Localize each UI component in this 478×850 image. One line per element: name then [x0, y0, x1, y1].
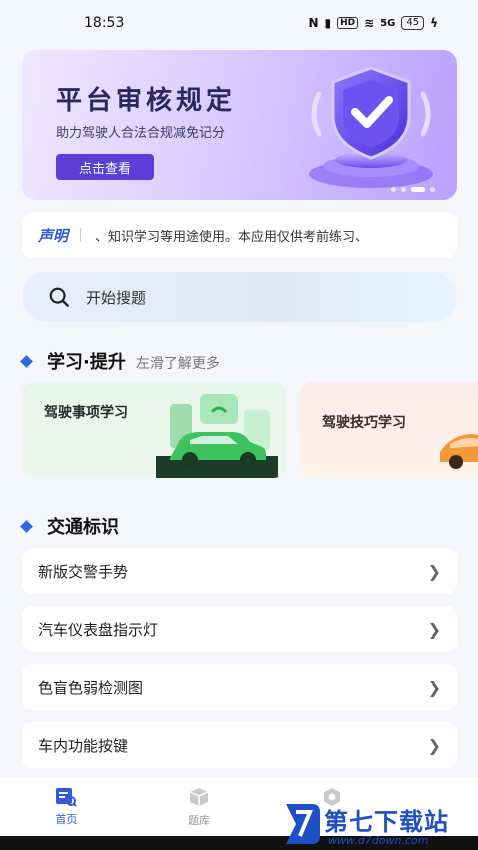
- learn-card-driving-matters[interactable]: 驾驶事项学习: [22, 382, 286, 478]
- chevron-right-icon: ❯: [427, 735, 441, 755]
- cube-icon: [189, 788, 209, 806]
- search-input[interactable]: 开始搜题: [86, 287, 146, 308]
- search-bar[interactable]: 开始搜题: [22, 272, 457, 322]
- promo-banner[interactable]: 平台审核规定 助力驾驶人合法合规减免记分 点击查看: [22, 50, 457, 200]
- home-icon: [56, 788, 78, 807]
- diamond-icon: [20, 519, 33, 533]
- notice-text: 、知识学习等用途使用。本应用仅供考前练习、: [95, 229, 369, 245]
- list-item-car-buttons[interactable]: 车内功能按键 ❯: [22, 722, 457, 768]
- diamond-icon: [20, 354, 33, 368]
- nfc-icon: N: [308, 16, 319, 30]
- wifi-icon: ≋: [364, 16, 375, 30]
- status-time: 18:53: [84, 15, 125, 31]
- search-icon: [49, 287, 69, 307]
- traffic-section-header: 交通标识: [20, 513, 119, 539]
- chevron-right-icon: ❯: [427, 561, 441, 581]
- watermark: 第七下载站 www.d7down.com: [282, 800, 478, 850]
- divider: [80, 228, 82, 242]
- list-item-label: 车内功能按键: [38, 736, 129, 755]
- learn-card-driving-skills[interactable]: 驾驶技巧学习: [300, 382, 478, 478]
- banner-view-button[interactable]: 点击查看: [56, 154, 154, 180]
- nav-item-question-bank[interactable]: 题库: [149, 778, 249, 836]
- nav-label: 首页: [55, 813, 78, 826]
- hd-icon: HD: [337, 17, 359, 29]
- list-item-label: 新版交警手势: [38, 562, 129, 581]
- status-icons: N ▮ HD ≋ 5G 45 ϟ: [308, 16, 438, 30]
- notice-bar[interactable]: 声明 、知识学习等用途使用。本应用仅供考前练习、: [22, 212, 457, 258]
- section-title: 学习·提升: [47, 352, 126, 373]
- notice-tag: 声明: [38, 226, 69, 245]
- pagination-dot: [430, 187, 435, 192]
- list-item-label: 色盲色弱检测图: [38, 678, 144, 697]
- chevron-right-icon: ❯: [427, 677, 441, 697]
- list-item-dashboard-lights[interactable]: 汽车仪表盘指示灯 ❯: [22, 606, 457, 652]
- learn-card-label: 驾驶事项学习: [44, 405, 128, 421]
- d7-logo-icon: [286, 804, 320, 844]
- pagination-dot: [401, 187, 406, 192]
- watermark-url: www.d7down.com: [328, 834, 429, 847]
- nav-item-home[interactable]: 首页: [16, 778, 116, 836]
- chevron-right-icon: ❯: [427, 619, 441, 639]
- nav-label: 题库: [187, 814, 210, 827]
- car-icon: [156, 394, 278, 478]
- vibrate-icon: ▮: [324, 16, 332, 30]
- banner-pagination: [391, 187, 435, 192]
- section-title: 交通标识: [47, 517, 119, 538]
- charging-icon: ϟ: [430, 16, 438, 30]
- list-item-police-gestures[interactable]: 新版交警手势 ❯: [22, 548, 457, 594]
- signal-icon: 5G: [380, 17, 396, 29]
- verified-shield-icon: [309, 66, 433, 188]
- battery-icon: 45: [401, 16, 425, 30]
- list-item-label: 汽车仪表盘指示灯: [38, 620, 159, 639]
- status-bar: 18:53 N ▮ HD ≋ 5G 45 ϟ: [0, 0, 478, 46]
- learn-card-label: 驾驶技巧学习: [322, 415, 406, 431]
- section-hint: 左滑了解更多: [135, 356, 220, 372]
- list-item-color-blind-test[interactable]: 色盲色弱检测图 ❯: [22, 664, 457, 710]
- banner-subtitle: 助力驾驶人合法合规减免记分: [56, 126, 226, 141]
- banner-title: 平台审核规定: [56, 86, 237, 116]
- watermark-text: 第七下载站: [324, 808, 449, 836]
- sports-car-icon: [440, 434, 478, 469]
- pagination-dot-active: [411, 187, 425, 192]
- learn-section-header: 学习·提升 左滑了解更多: [20, 348, 220, 374]
- pagination-dot: [391, 187, 396, 192]
